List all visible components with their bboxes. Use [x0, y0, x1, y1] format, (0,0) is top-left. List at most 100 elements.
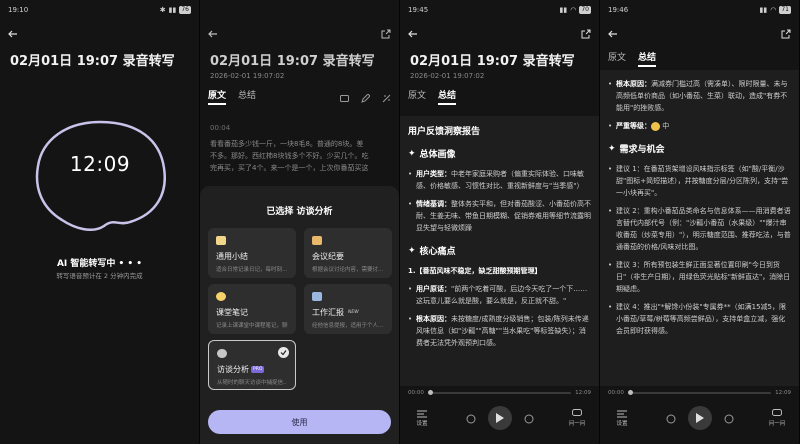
status-time: 19:10 [8, 6, 29, 14]
forward-icon[interactable] [524, 409, 534, 428]
signal-icon: ▮▮ [759, 6, 768, 14]
handshake-icon [312, 236, 322, 245]
status-time: 19:45 [408, 6, 429, 14]
lightbulb-icon [216, 292, 226, 301]
ai-icon[interactable] [382, 88, 391, 107]
transcript-line: 完再买，买了4个。来一个是一个，上次你番茄买这 [210, 164, 369, 172]
status-time: 19:46 [608, 6, 629, 14]
back-arrow-icon[interactable] [408, 29, 418, 39]
transcribing-hint: 转写语音预计在 2 分钟内完成 [56, 272, 143, 280]
use-button[interactable]: 使用 [208, 410, 391, 434]
tab-summary[interactable]: 总结 [238, 88, 256, 105]
play-icon [496, 413, 504, 423]
new-badge: NEW [348, 310, 359, 315]
section-heading: ✦ 需求与机会 [608, 143, 665, 156]
progress-slider[interactable] [627, 390, 772, 395]
list-item: 用户原话："前两个吃着可酸，后边今天吃了一个下……这玩意儿要么就是酸，要么就是，… [408, 283, 591, 307]
back-arrow-icon[interactable] [608, 29, 618, 39]
list-item: 建议 3：所有预包装生鲜正面显著位置印刷"今日到货日"（非生产日期），用绿色荧光… [608, 259, 791, 295]
template-sheet: 已选择 访谈分析 通用小结 适合日常记录日记，每时刻... 会议纪要 根据会议讨… [200, 186, 399, 444]
signal-icon: ▮▮ [168, 6, 177, 14]
subtitle-icon[interactable] [340, 88, 349, 107]
share-icon[interactable] [581, 29, 591, 39]
waveform-ring-icon [35, 120, 166, 231]
battery-icon: 71 [779, 6, 791, 14]
section-heading: ✦ 核心痛点 [408, 245, 456, 258]
recording-screen: 19:10 ✱ ▮▮ 76 02月01日 19:07 录音转写 12:09 AI… [0, 0, 200, 444]
progress-slider[interactable] [427, 390, 572, 395]
list-item: 根本原因：未按糖度/成熟度分级销售；包装/陈列未传递风味信息（如"沙瓤""高糖"… [408, 313, 591, 349]
sparkle-icon: ✦ [408, 245, 416, 256]
play-icon [696, 413, 704, 423]
summary-screen-scrolled: 19:46 ▮▮ ◠ 71 原文 总结 根本原因：满减券门槛过高（需凑单）、限时… [600, 0, 800, 444]
back-arrow-icon[interactable] [8, 29, 18, 39]
bar-chart-icon [312, 292, 322, 301]
list-item: 根本原因：满减券门槛过高（需凑单）、限时限量、未与高频低单价商品（如小番茄、生菜… [608, 78, 791, 114]
status-bar: 19:46 ▮▮ ◠ 71 [600, 0, 799, 20]
slider-knob[interactable] [627, 390, 633, 395]
template-card-general[interactable]: 通用小结 适合日常记录日记，每时刻... [208, 228, 296, 278]
tab-transcript[interactable]: 原文 [608, 50, 626, 67]
settings-button[interactable]: 设置 [410, 410, 434, 427]
tab-transcript[interactable]: 原文 [208, 88, 227, 105]
chat-icon [572, 409, 582, 416]
edit-icon[interactable] [361, 88, 371, 107]
template-select-screen: 02月01日 19:07 录音转写 2026-02-01 19:07:02 原文… [200, 0, 400, 444]
play-button[interactable] [487, 406, 512, 430]
tab-summary[interactable]: 总结 [638, 50, 657, 67]
forward-icon[interactable] [724, 409, 734, 428]
tab-bar: 原文 总结 [608, 50, 657, 67]
page-title: 02月01日 19:07 录音转写 [410, 54, 575, 69]
ask-button[interactable]: 问一问 [565, 409, 589, 427]
status-bar: 19:45 ▮▮ ◠ 70 [400, 0, 599, 20]
sparkle-icon: ✦ [608, 143, 616, 154]
tab-bar: 原文 总结 [208, 88, 256, 105]
share-icon[interactable] [381, 29, 391, 39]
recording-date: 2026-02-01 19:07:02 [410, 72, 485, 80]
recording-timer: 12:09 [69, 152, 131, 176]
signal-icon: ▮▮ [559, 6, 568, 14]
tab-transcript[interactable]: 原文 [408, 88, 426, 105]
list-item: 建议 4：推出"*解馋小份装"专属券**（如满15减5，限小番茄/草莓/树莓等高… [608, 301, 791, 337]
template-card-interview[interactable]: 访谈分析 PRO 从随时的聊天访谈中捕捉信... [208, 340, 296, 390]
player-start-time: 00:00 [408, 390, 424, 396]
audio-player: 00:00 12:09 设置 问一问 [400, 386, 599, 444]
template-card-class[interactable]: 课堂笔记 记录上课课堂中课程笔记，聊... [208, 284, 296, 334]
battery-icon: 76 [179, 6, 191, 14]
player-start-time: 00:00 [608, 390, 624, 396]
ask-button[interactable]: 问一问 [765, 409, 789, 427]
back-arrow-icon[interactable] [208, 29, 218, 39]
list-item: 建议 1：在番茄货架增设风味指示标签（如"酸/平衡/沙甜"图标+简短描述），并按… [608, 163, 791, 199]
microphone-icon [217, 349, 227, 358]
slider-knob[interactable] [427, 390, 433, 395]
rewind-icon[interactable] [466, 409, 476, 428]
share-icon[interactable] [781, 29, 791, 39]
section-heading: ✦ 总体画像 [408, 148, 456, 161]
summary-content: 根本原因：满减券门槛过高（需凑单）、限时限量、未与高频低单价商品（如小番茄、生菜… [600, 70, 799, 386]
page-title: 02月01日 19:07 录音转写 [10, 54, 175, 69]
list-item: 建议 2：重构小番茄品类命名与信息体系——用消费者语言替代内部代号（例："沙瓤小… [608, 205, 791, 253]
pain-point-title: 1.【番茄风味不稳定，缺乏甜酸预期管理】 [408, 267, 542, 275]
note-icon [216, 236, 226, 245]
settings-button[interactable]: 设置 [610, 410, 634, 427]
summary-screen: 19:45 ▮▮ ◠ 70 02月01日 19:07 录音转写 2026-02-… [400, 0, 600, 444]
tab-bar: 原文 总结 [408, 88, 457, 105]
transcript-line: 不多。那好。西红柿8块钱多个不好。少买几个。吃 [210, 152, 369, 160]
wifi-icon: ◠ [570, 6, 577, 14]
wifi-icon: ◠ [770, 6, 777, 14]
recording-ring: 12:09 [18, 118, 182, 238]
transcript-text: 00:04 看看番茄多少钱一斤，一块8毛8。普通的8块。差 不多。那好。西红柿8… [210, 122, 389, 174]
template-card-report[interactable]: 工作汇报 NEW 经他信息提报，适用于个人... [304, 284, 392, 334]
chat-icon [772, 409, 782, 416]
sheet-title: 已选择 访谈分析 [266, 207, 333, 217]
template-card-meeting[interactable]: 会议纪要 根据会议讨论内容，需要讨... [304, 228, 392, 278]
settings-icon [617, 410, 627, 417]
recording-date: 2026-02-01 19:07:02 [210, 72, 285, 80]
play-button[interactable] [687, 406, 712, 430]
sparkle-icon: ✦ [408, 148, 416, 159]
bluetooth-icon: ✱ [159, 6, 166, 14]
pro-badge: PRO [251, 366, 265, 373]
transcribing-status: AI 智能转写中 • • • [56, 259, 143, 269]
rewind-icon[interactable] [666, 409, 676, 428]
tab-summary[interactable]: 总结 [438, 88, 457, 105]
